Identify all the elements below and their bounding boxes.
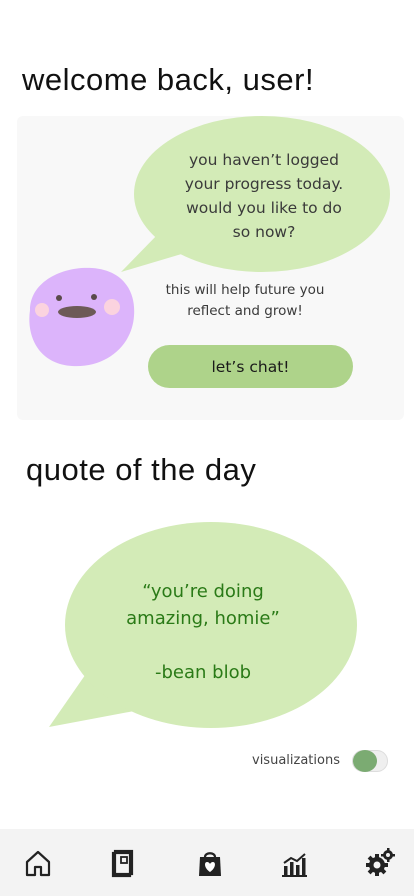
quote-line: “you’re doing [142,581,264,602]
home-icon [25,850,51,877]
quote-line: amazing, homie” [126,608,280,629]
heart-bag-icon [199,852,221,876]
nav-stats[interactable] [278,847,310,879]
bar-chart-icon [282,853,307,877]
visualizations-toggle[interactable] [352,750,388,772]
gear-icon [366,848,395,876]
nav-settings[interactable] [364,847,396,879]
toggle-knob[interactable] [353,750,377,772]
nav-home[interactable] [22,847,54,879]
quote-text: “you’re doing amazing, homie” [100,578,306,632]
bottom-nav [0,829,414,896]
journal-icon [111,849,134,878]
nav-self-care[interactable] [194,847,226,879]
nav-journal[interactable] [107,847,139,879]
visualizations-label: visualizations [252,753,340,768]
quote-author: -bean blob [154,662,252,683]
